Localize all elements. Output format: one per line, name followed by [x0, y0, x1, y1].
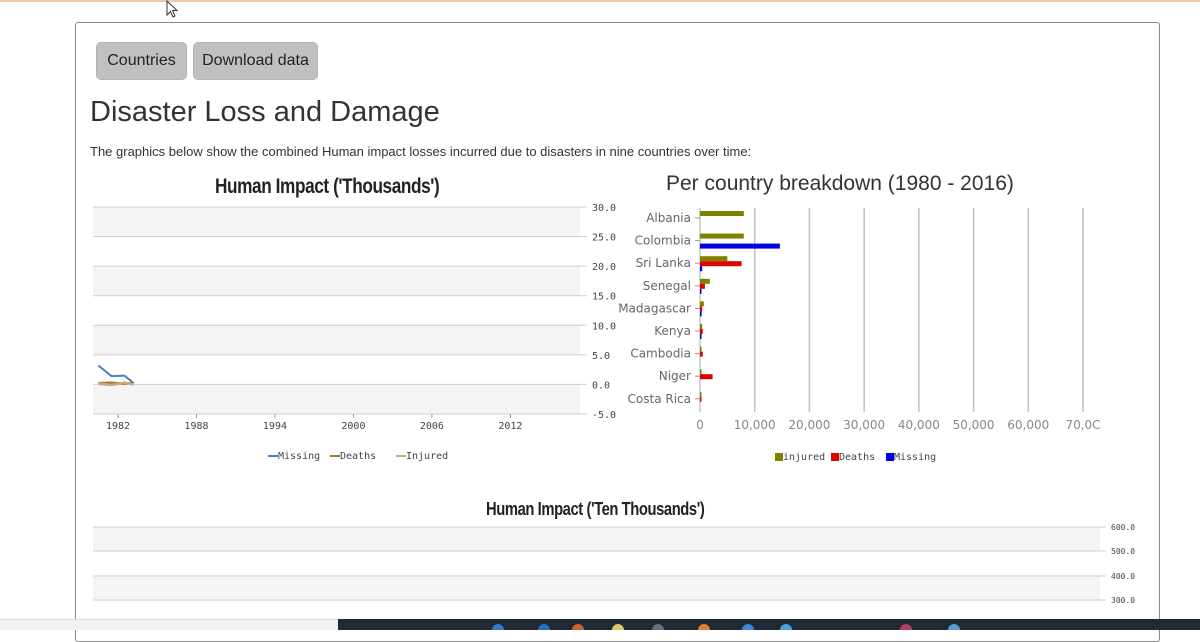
browser-status-bar — [0, 619, 338, 630]
taskbar-app-icon[interactable] — [900, 624, 912, 630]
taskbar-app-icon[interactable] — [698, 624, 710, 630]
taskbar-app-icon[interactable] — [652, 624, 664, 630]
chart-title-per-country-breakdown: Per country breakdown (1980 - 2016) — [666, 172, 1014, 195]
taskbar-app-icon[interactable] — [948, 624, 960, 630]
page-description: The graphics below show the combined Hum… — [90, 144, 752, 159]
countries-button[interactable]: Countries — [96, 42, 187, 80]
page-title: Disaster Loss and Damage — [90, 96, 440, 128]
taskbar-app-icon[interactable] — [780, 624, 792, 630]
browser-top-edge — [0, 0, 1200, 2]
mouse-cursor-icon — [166, 0, 179, 18]
taskbar-app-icon[interactable] — [492, 624, 504, 630]
taskbar-app-icon[interactable] — [742, 624, 754, 630]
taskbar-app-icon[interactable] — [612, 624, 624, 630]
taskbar-app-icon[interactable] — [572, 624, 584, 630]
chart-title-human-impact-thousands: Human Impact ('Thousands') — [215, 175, 440, 198]
chart-title-human-impact-ten-thousands: Human Impact ('Ten Thousands') — [486, 499, 705, 519]
taskbar-app-icon[interactable] — [538, 624, 550, 630]
download-data-button[interactable]: Download data — [193, 42, 318, 80]
os-taskbar — [338, 619, 1200, 630]
